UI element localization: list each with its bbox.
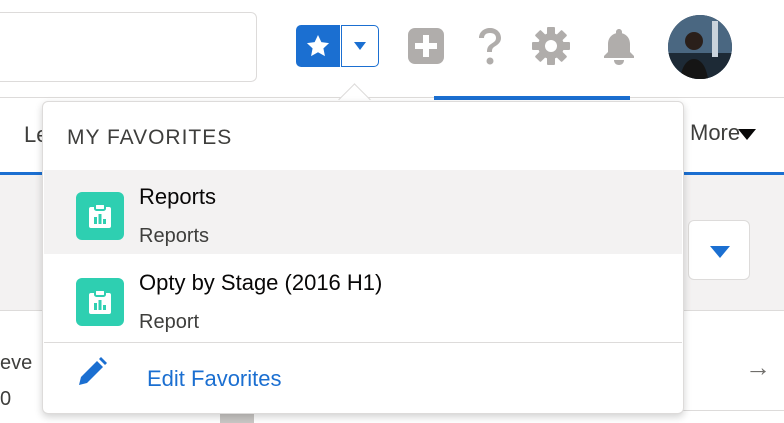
setup-button[interactable]: [531, 26, 571, 66]
gear-icon: [532, 27, 570, 65]
bell-icon: [604, 29, 634, 65]
pencil-icon[interactable]: [73, 355, 109, 391]
search-input[interactable]: [0, 12, 257, 82]
star-icon: [306, 34, 330, 57]
chevron-down-icon[interactable]: [738, 129, 756, 140]
avatar-photo: [668, 15, 732, 79]
chevron-down-icon: [710, 246, 730, 258]
favorite-item-title: Reports: [139, 184, 217, 209]
active-tab-indicator: [434, 96, 630, 100]
favorite-item[interactable]: Opty by Stage (2016 H1) Report: [44, 256, 682, 340]
global-header: [0, 0, 784, 98]
edit-favorites-link[interactable]: Edit Favorites: [147, 366, 282, 392]
divider: [44, 342, 682, 343]
favorites-menu-button[interactable]: [341, 25, 379, 67]
scrollbar-thumb[interactable]: [220, 413, 254, 423]
favorites-star-button[interactable]: [296, 25, 340, 67]
report-icon: [76, 192, 124, 240]
notifications-button[interactable]: [599, 26, 639, 66]
user-avatar[interactable]: [668, 15, 732, 79]
favorite-item-title: Opty by Stage (2016 H1): [139, 270, 383, 295]
nav-more-tab[interactable]: More: [690, 120, 740, 146]
divider: [682, 410, 784, 411]
favorite-item[interactable]: Reports Reports: [44, 170, 682, 254]
global-actions-button[interactable]: [406, 26, 446, 66]
chevron-down-icon: [354, 42, 366, 50]
favorites-heading: MY FAVORITES: [67, 126, 233, 149]
favorite-item-type: Reports: [139, 225, 210, 247]
add-icon: [408, 28, 444, 64]
favorites-button-group: [296, 25, 380, 67]
favorites-dropdown: MY FAVORITES Reports Reports Opty by Sta…: [42, 101, 684, 414]
help-button[interactable]: [470, 26, 510, 66]
report-icon: [76, 278, 124, 326]
list-item-text-partial: 0: [0, 388, 12, 410]
list-item-text-partial: eve: [0, 352, 33, 374]
favorite-item-type: Report: [139, 311, 200, 333]
help-icon: [479, 28, 501, 65]
arrow-right-icon[interactable]: →: [745, 352, 771, 383]
